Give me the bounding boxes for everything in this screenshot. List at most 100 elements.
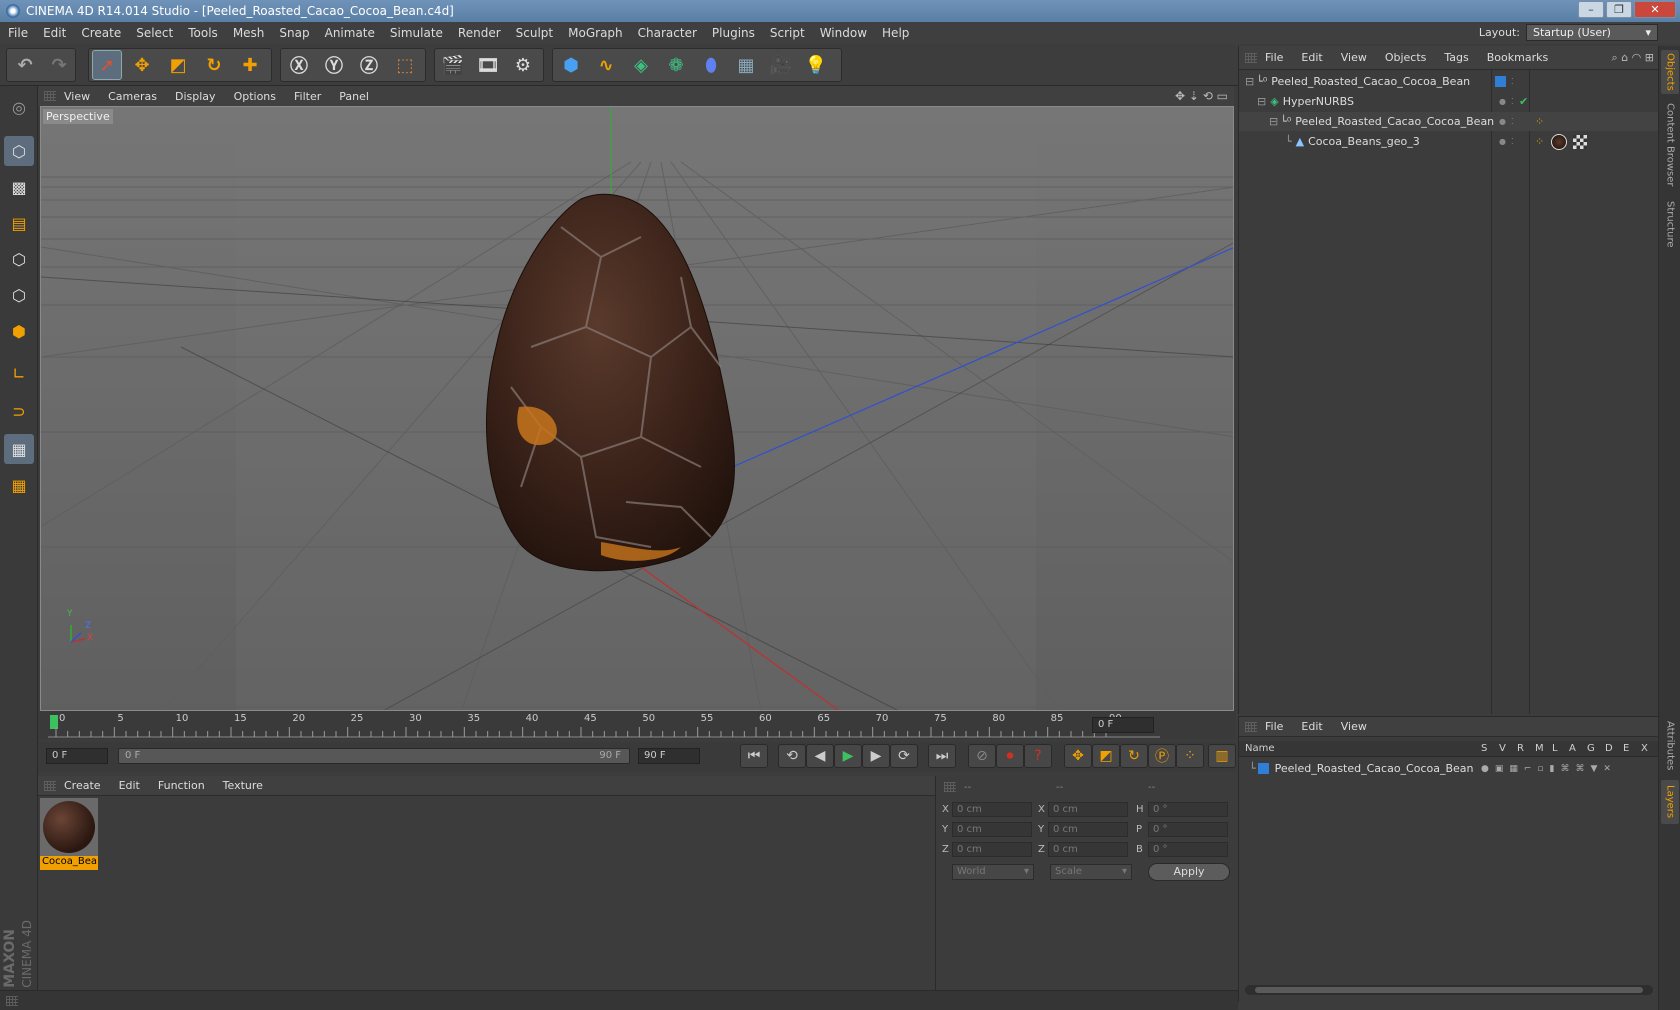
obj-menu-edit[interactable]: Edit [1301, 51, 1322, 64]
next-frame-icon[interactable]: ▶ [862, 744, 890, 768]
deformer-icon[interactable]: ⬮ [696, 50, 726, 80]
obj-menu-view[interactable]: View [1341, 51, 1367, 64]
rotate-tool-icon[interactable]: ↻ [199, 50, 229, 80]
menu-character[interactable]: Character [638, 26, 697, 40]
menu-mograph[interactable]: MoGraph [568, 26, 623, 40]
pos-y-field[interactable]: 0 cm [952, 822, 1032, 837]
phong-tag-icon[interactable]: ⁘ [1535, 135, 1544, 148]
previous-frame-icon[interactable]: ◀ [806, 744, 834, 768]
workplane-rotate-icon[interactable]: ▦ [4, 470, 34, 500]
auto-key-icon[interactable]: ⏺ [996, 744, 1024, 768]
x-axis-lock-icon[interactable]: Ⓧ [284, 50, 314, 80]
current-frame-field[interactable]: 0 F [1092, 717, 1154, 733]
tab-layers[interactable]: Layers [1661, 780, 1679, 824]
make-editable-icon[interactable]: ◎ [4, 92, 34, 122]
panel-grip-icon[interactable] [44, 91, 56, 101]
vp-menu-display[interactable]: Display [175, 90, 216, 103]
object-row-bean-group[interactable]: ⊟ └⁰ Peeled_Roasted_Cacao_Cocoa_Bean ● ⁚… [1239, 112, 1659, 131]
render-settings-icon[interactable]: ⚙ [508, 50, 538, 80]
layer-row[interactable]: └ Peeled_Roasted_Cacao_Cocoa_Bean ●▣▦⌐▫▮… [1239, 759, 1659, 778]
minimize-button[interactable]: – [1578, 1, 1604, 18]
panel-grip-icon[interactable] [944, 782, 956, 792]
col-s[interactable]: S [1481, 743, 1487, 754]
visibility-dots-icon[interactable]: ● [1499, 137, 1506, 146]
layer-flag-icons[interactable]: ●▣▦⌐▫▮⌘⌘▼✕ [1481, 764, 1617, 774]
texture-tag-icon[interactable] [1573, 134, 1587, 149]
model-mode-icon[interactable]: ⬡ [4, 136, 34, 166]
next-key-icon[interactable]: ⟳ [890, 744, 918, 768]
mat-menu-function[interactable]: Function [158, 779, 205, 792]
axis-mode-icon[interactable]: ∟ [4, 358, 34, 388]
cube-primitive-icon[interactable]: ⬢ [556, 50, 586, 80]
array-icon[interactable]: ❁ [661, 50, 691, 80]
menu-sculpt[interactable]: Sculpt [516, 26, 553, 40]
visibility-dots-icon[interactable]: ● [1499, 117, 1506, 126]
key-parameter-icon[interactable]: Ⓟ [1148, 744, 1176, 768]
menu-render[interactable]: Render [458, 26, 501, 40]
col-v[interactable]: V [1499, 743, 1506, 754]
layer-menu-file[interactable]: File [1265, 720, 1283, 733]
visibility-dots-icon[interactable]: ⁚ [1511, 137, 1514, 146]
col-l[interactable]: L [1552, 743, 1558, 754]
previous-key-icon[interactable]: ⟲ [778, 744, 806, 768]
rot-b-field[interactable]: 0 ° [1148, 842, 1228, 857]
menu-mesh[interactable]: Mesh [233, 26, 265, 40]
collapse-icon[interactable]: ⊟ [1269, 115, 1278, 128]
move-tool-icon[interactable]: ✥ [127, 50, 157, 80]
coordinate-mode-select[interactable]: World ▾ [952, 864, 1034, 880]
col-d[interactable]: D [1605, 743, 1613, 754]
y-axis-lock-icon[interactable]: Ⓨ [319, 50, 349, 80]
panel-grip-icon[interactable] [1245, 53, 1257, 63]
render-picture-viewer-icon[interactable]: 🎞 [473, 50, 503, 80]
col-r[interactable]: R [1517, 743, 1524, 754]
obj-menu-tags[interactable]: Tags [1444, 51, 1468, 64]
viewport-nav-icons[interactable]: ✥ ⇣ ⟲ ▭ [1175, 89, 1228, 103]
vp-menu-cameras[interactable]: Cameras [108, 90, 157, 103]
light-icon[interactable]: 💡 [801, 50, 831, 80]
material-swatch[interactable]: Cocoa_Bea [40, 798, 98, 870]
render-view-icon[interactable]: 🎬 [438, 50, 468, 80]
coordinate-system-icon[interactable]: ⬚ [390, 50, 420, 80]
tag-icon[interactable]: ⁘ [1535, 115, 1544, 128]
pos-x-field[interactable]: 0 cm [952, 802, 1032, 817]
menu-window[interactable]: Window [820, 26, 867, 40]
nurbs-icon[interactable]: ◈ [626, 50, 656, 80]
timeline-window-icon[interactable]: ▥ [1208, 744, 1236, 768]
collapse-icon[interactable]: ⊟ [1245, 75, 1254, 88]
end-frame-field[interactable]: 90 F [638, 748, 700, 764]
play-icon[interactable]: ▶ [834, 744, 862, 768]
go-to-end-icon[interactable]: ⏭ [928, 744, 956, 768]
menu-help[interactable]: Help [882, 26, 909, 40]
live-selection-icon[interactable]: ➚ [92, 50, 122, 80]
go-to-start-icon[interactable]: ⏮ [740, 744, 768, 768]
preview-range-slider[interactable]: 0 F 90 F [118, 748, 630, 764]
col-g[interactable]: G [1587, 743, 1595, 754]
visibility-dots-icon[interactable]: ⁚ [1511, 117, 1514, 126]
menu-simulate[interactable]: Simulate [390, 26, 443, 40]
redo-icon[interactable]: ↷ [44, 50, 74, 80]
timeline-ruler[interactable]: 051015202530354045505560657075808590 0 F [38, 711, 1236, 739]
col-a[interactable]: A [1569, 743, 1576, 754]
texture-mode-icon[interactable]: ▩ [4, 172, 34, 202]
size-y-field[interactable]: 0 cm [1048, 822, 1128, 837]
workplane-mode-icon[interactable]: ▤ [4, 208, 34, 238]
polygons-mode-icon[interactable]: ⬢ [4, 316, 34, 346]
collapse-icon[interactable]: ⊟ [1257, 95, 1266, 108]
perspective-viewport[interactable]: Perspective Y Z X [40, 106, 1234, 711]
col-m[interactable]: M [1535, 743, 1544, 754]
keyframe-selection-icon[interactable]: ? [1024, 744, 1052, 768]
tab-structure[interactable]: Structure [1661, 196, 1679, 252]
scale-mode-select[interactable]: Scale ▾ [1050, 864, 1132, 880]
panel-grip-icon[interactable] [44, 781, 56, 791]
mat-menu-edit[interactable]: Edit [119, 779, 140, 792]
menu-create[interactable]: Create [81, 26, 121, 40]
scene-floor-icon[interactable]: ▦ [731, 50, 761, 80]
rot-p-field[interactable]: 0 ° [1148, 822, 1228, 837]
layout-select[interactable]: Startup (User) ▾ [1526, 24, 1658, 41]
workplane-lock-icon[interactable]: ▦ [4, 434, 34, 464]
col-x[interactable]: X [1641, 743, 1648, 754]
vp-menu-view[interactable]: View [64, 90, 90, 103]
material-tag-icon[interactable] [1551, 133, 1567, 150]
key-pla-icon[interactable]: ⁘ [1176, 744, 1204, 768]
mat-menu-texture[interactable]: Texture [223, 779, 263, 792]
